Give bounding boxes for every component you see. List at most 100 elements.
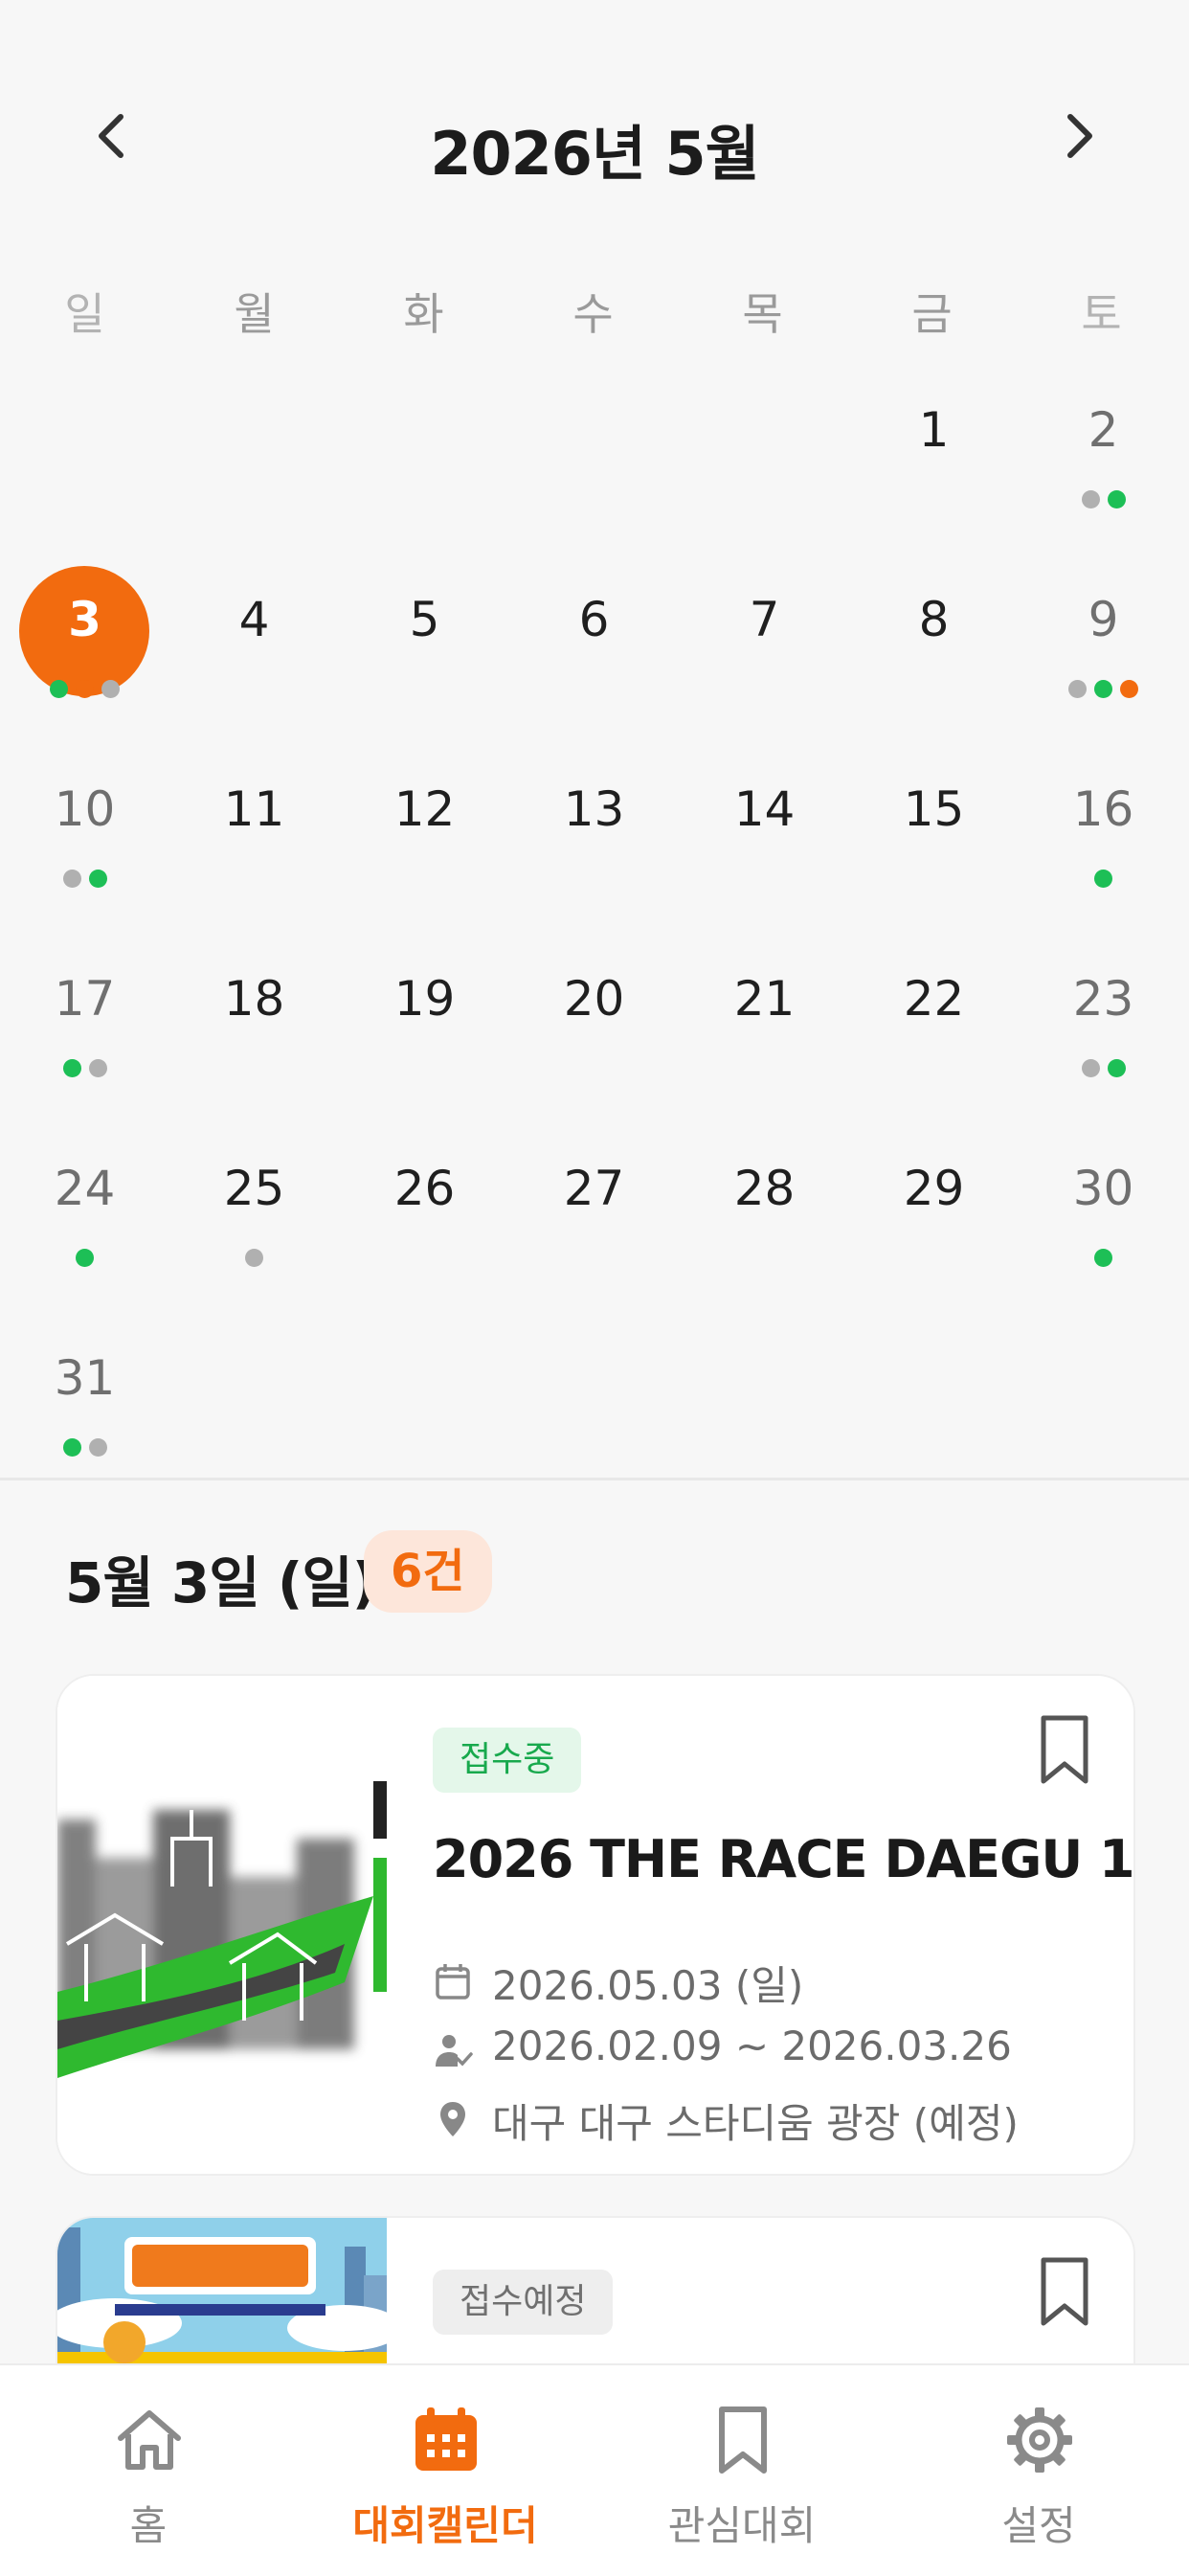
event-dots	[169, 1249, 339, 1268]
event-dots	[0, 1438, 169, 1457]
calendar-icon	[415, 2407, 477, 2471]
weekday-fri: 금	[911, 288, 953, 340]
day-number: 19	[393, 971, 456, 1027]
event-dots	[1019, 490, 1188, 509]
chevron-right-icon	[1067, 114, 1092, 158]
event-dots	[0, 870, 169, 889]
tab-settings[interactable]: 설정	[890, 2365, 1187, 2576]
calendar-day[interactable]: 2	[1019, 383, 1188, 573]
event-dots	[849, 680, 1019, 699]
event-dot-green	[1107, 490, 1126, 508]
tab-home[interactable]: 홈	[0, 2365, 297, 2576]
bookmark-icon	[719, 2407, 767, 2474]
calendar-day[interactable]: 18	[169, 952, 339, 1141]
event-dot-green	[76, 1249, 94, 1267]
calendar-day[interactable]: 16	[1019, 762, 1188, 952]
calendar-day[interactable]: 27	[509, 1141, 679, 1331]
day-number: 20	[563, 971, 625, 1027]
day-number: 18	[223, 971, 285, 1027]
calendar-day[interactable]: 10	[0, 762, 169, 952]
event-dot-green	[1094, 1249, 1112, 1267]
calendar-day[interactable]: 23	[1019, 952, 1188, 1141]
day-number: 4	[238, 592, 270, 647]
event-dot-orange	[76, 680, 94, 698]
day-number: 3	[68, 592, 101, 647]
day-number: 8	[918, 592, 950, 647]
event-title: 2026 THE RACE DAEGU 10K	[433, 1829, 1135, 1889]
day-number: 15	[903, 781, 965, 837]
tab-label: 설정	[1001, 2502, 1076, 2549]
calendar-day[interactable]: 1	[849, 383, 1019, 573]
event-dot-gray	[101, 680, 120, 698]
calendar-day[interactable]: 29	[849, 1141, 1019, 1331]
event-dot-green	[50, 680, 68, 698]
calendar-day[interactable]: 21	[680, 952, 849, 1141]
bookmark-button[interactable]	[1034, 2254, 1095, 2331]
event-dots	[509, 870, 679, 889]
day-number: 2	[1088, 402, 1119, 458]
event-dot-green	[62, 1059, 81, 1077]
event-dot-green	[1107, 1059, 1126, 1077]
event-card[interactable]: 접수중 2026 THE RACE DAEGU 10K 2026.05.03 (…	[56, 1674, 1135, 2176]
calendar-grid: 1 2 3 4 5 6 7 8 9 10 11 12 13 14 15 16 17 18 19 20 21 22 23 24 2…	[0, 383, 1189, 1475]
event-dots	[849, 490, 1019, 509]
calendar-day[interactable]: 9	[1019, 573, 1188, 762]
calendar-day[interactable]: 17	[0, 952, 169, 1141]
event-dot-orange	[1120, 680, 1138, 698]
event-dots	[169, 870, 339, 889]
calendar-day[interactable]: 6	[509, 573, 679, 762]
location-pin-icon	[440, 2102, 465, 2136]
day-number: 29	[903, 1161, 965, 1216]
event-dots	[340, 1249, 509, 1268]
calendar-day[interactable]: 11	[169, 762, 339, 952]
calendar-day[interactable]: 28	[680, 1141, 849, 1331]
event-dots	[849, 870, 1019, 889]
event-dot-green	[1094, 680, 1112, 698]
calendar-day[interactable]: 14	[680, 762, 849, 952]
event-dots	[0, 680, 169, 699]
event-dot-green	[88, 870, 107, 888]
calendar-day[interactable]: 15	[849, 762, 1019, 952]
day-number: 12	[393, 781, 456, 837]
gear-icon	[1007, 2407, 1072, 2473]
calendar-day[interactable]: 30	[1019, 1141, 1188, 1331]
registration-period: 2026.02.09 ~ 2026.03.26	[492, 2022, 1012, 2069]
calendar-day[interactable]: 20	[509, 952, 679, 1141]
calendar-day[interactable]: 19	[340, 952, 509, 1141]
calendar-day[interactable]: 31	[0, 1331, 169, 1521]
calendar-day[interactable]: 24	[0, 1141, 169, 1331]
tab-favorites[interactable]: 관심대회	[594, 2365, 890, 2576]
status-badge: 접수예정	[433, 2270, 614, 2335]
event-dots	[849, 1059, 1019, 1078]
calendar-day[interactable]: 7	[680, 573, 849, 762]
day-number: 13	[563, 781, 625, 837]
bottom-tab-bar: 홈 대회캘린더 관심대회 설정	[0, 2363, 1189, 2576]
day-number: 22	[903, 971, 965, 1027]
event-dot-gray	[1068, 680, 1087, 698]
calendar-day[interactable]: 5	[340, 573, 509, 762]
calendar-day[interactable]: 13	[509, 762, 679, 952]
day-number: 17	[54, 971, 116, 1027]
tab-calendar[interactable]: 대회캘린더	[297, 2365, 594, 2576]
event-dots	[509, 680, 679, 699]
weekday-tue: 화	[403, 288, 444, 340]
next-month-button[interactable]	[1049, 107, 1107, 165]
day-number: 10	[54, 781, 116, 837]
calendar-day[interactable]: 26	[340, 1141, 509, 1331]
event-count-badge: 6건	[364, 1530, 492, 1613]
status-badge: 접수중	[433, 1728, 582, 1793]
day-number: 7	[749, 592, 780, 647]
event-dots	[340, 1059, 509, 1078]
calendar-day[interactable]: 4	[169, 573, 339, 762]
event-dots	[169, 680, 339, 699]
person-check-icon	[436, 2035, 473, 2067]
day-number: 24	[54, 1161, 116, 1216]
calendar-day[interactable]: 8	[849, 573, 1019, 762]
calendar-day[interactable]: 25	[169, 1141, 339, 1331]
calendar-day-selected[interactable]: 3	[0, 566, 169, 762]
event-dots	[340, 680, 509, 699]
day-number: 6	[578, 592, 610, 647]
calendar-day[interactable]: 12	[340, 762, 509, 952]
calendar-day[interactable]: 22	[849, 952, 1019, 1141]
bookmark-button[interactable]	[1034, 1712, 1095, 1789]
